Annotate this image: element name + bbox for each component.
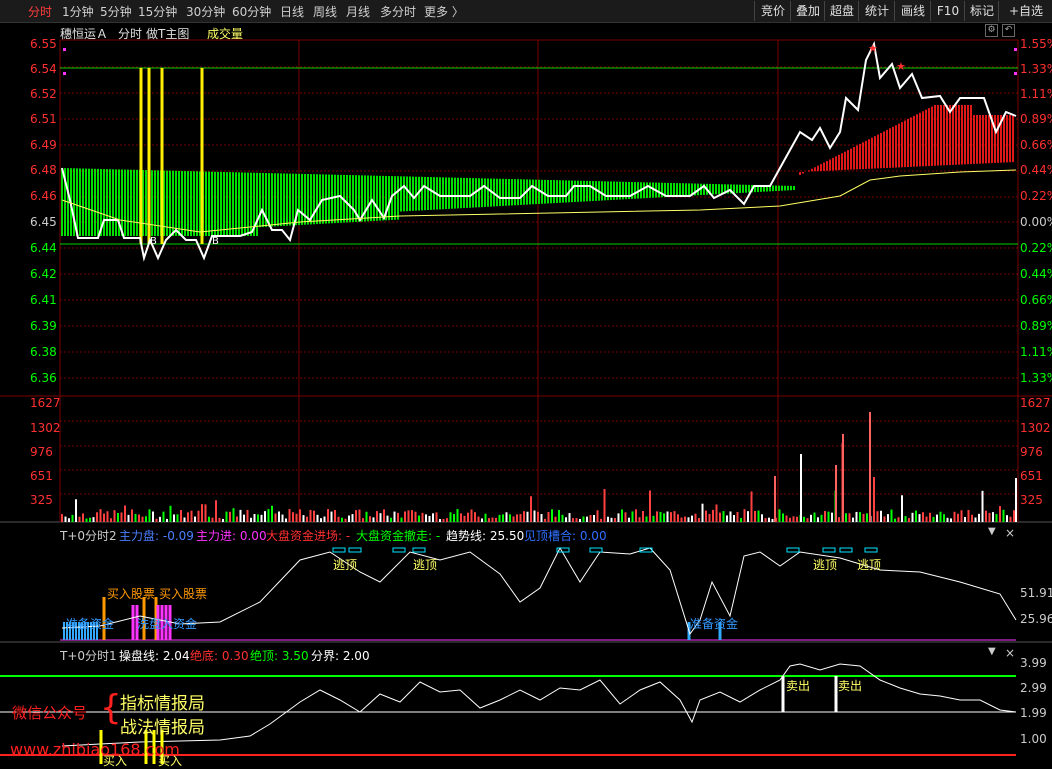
panel3-field: 绝底: 0.30	[190, 649, 249, 663]
prepare-funds-label: 准备资金	[690, 617, 739, 631]
volume-tick-right: 651	[1020, 469, 1043, 483]
pct-tick: 0.89%	[1020, 319, 1052, 333]
panel2-top-marker	[786, 547, 800, 553]
volume-tick-right: 1627	[1020, 396, 1051, 410]
price-tick: 6.41	[30, 293, 57, 307]
panel2-field: 主力进: 0.00	[196, 529, 267, 543]
corner-dot	[1014, 72, 1017, 75]
pct-tick: 0.44%	[1020, 267, 1052, 281]
corner-dot	[63, 72, 66, 75]
pct-tick: 1.11%	[1020, 87, 1052, 101]
panel2-top-marker	[589, 547, 603, 553]
panel2-field: 见顶槽合: 0.00	[524, 529, 607, 543]
price-tick: 6.38	[30, 345, 57, 359]
volume-tick: 1627	[30, 396, 61, 410]
price-tick: 6.46	[30, 189, 57, 203]
panel3-title[interactable]: T+0分时1	[60, 647, 117, 664]
panel2-top-marker	[332, 547, 346, 553]
panel3-field: 分界: 2.00	[311, 649, 370, 663]
panel2-tick: 25.96	[1020, 612, 1052, 626]
price-tick: 6.39	[30, 319, 57, 333]
watermark-brace: {	[100, 688, 122, 728]
star-mark: ★	[896, 60, 906, 73]
panel2-top-marker	[822, 547, 836, 553]
pct-tick: 0.66%	[1020, 293, 1052, 307]
price-tick: 6.55	[30, 37, 57, 51]
watermark-name1: 指标情报局	[120, 694, 205, 714]
volume-tick-right: 325	[1020, 493, 1043, 507]
panel2-title[interactable]: T+0分时2	[60, 527, 117, 544]
wash-funds-label: 洗盘入资金	[137, 617, 198, 631]
prepare-funds-label: 准备资金	[66, 617, 115, 631]
volume-tick: 976	[30, 445, 53, 459]
pct-tick: 0.89%	[1020, 112, 1052, 126]
panel2-top-marker	[864, 547, 878, 553]
panel2-top-marker	[412, 547, 426, 553]
price-tick: 6.49	[30, 138, 57, 152]
panel3-dropdown-icon[interactable]: ▼	[988, 646, 996, 657]
volume-tick-right: 976	[1020, 445, 1043, 459]
panel2-top-marker	[839, 547, 853, 553]
panel2-top-marker	[348, 547, 362, 553]
buy-mark: B	[150, 236, 157, 247]
panel2-field: 大盘资金进场: -	[266, 529, 351, 543]
panel3-tick: 2.99	[1020, 681, 1047, 695]
pct-tick: 0.00%	[1020, 215, 1052, 229]
panel2-top-marker	[392, 547, 406, 553]
volume-tick: 325	[30, 493, 53, 507]
escape-top-label: 逃顶	[333, 558, 358, 572]
pct-tick: 0.22%	[1020, 189, 1052, 203]
price-tick: 6.54	[30, 62, 57, 76]
price-tick: 6.48	[30, 163, 57, 177]
pct-tick: 1.33%	[1020, 371, 1052, 385]
panel2-dropdown-icon[interactable]: ▼	[988, 526, 996, 537]
pct-tick: 1.55%	[1020, 37, 1052, 51]
sell-label: 卖出	[786, 679, 811, 693]
escape-top-label: 逃顶	[413, 558, 438, 572]
sell-label: 卖出	[838, 679, 863, 693]
watermark-url: www.zhibiao168.com	[10, 740, 180, 759]
panel3-tick: 1.00	[1020, 732, 1047, 746]
price-tick: 6.36	[30, 371, 57, 385]
star-mark: ★	[868, 42, 878, 55]
panel2-field: 主力盘: -0.09	[119, 529, 194, 543]
panel2-field: 大盘资金撤走: -	[356, 529, 441, 543]
watermark-name2: 战法情报局	[120, 718, 205, 738]
price-tick: 6.52	[30, 87, 57, 101]
pct-tick: 0.66%	[1020, 138, 1052, 152]
panel2-close-icon[interactable]: ×	[1005, 526, 1015, 540]
panel3-field: 操盘线: 2.04	[119, 649, 190, 663]
volume-tick: 1302	[30, 421, 61, 435]
buy-stock-label: 买入股票	[107, 587, 156, 601]
buy-mark: B	[212, 236, 219, 247]
panel3-close-icon[interactable]: ×	[1005, 646, 1015, 660]
price-tick: 6.42	[30, 267, 57, 281]
corner-dot	[63, 48, 66, 51]
price-tick: 6.51	[30, 112, 57, 126]
panel3-field: 绝顶: 3.50	[250, 649, 309, 663]
panel2-tick: 51.91	[1020, 586, 1052, 600]
panel2-field: 趋势线: 25.50	[446, 529, 525, 543]
pct-tick: 0.22%	[1020, 241, 1052, 255]
plot-frame	[59, 39, 1019, 523]
price-tick: 6.45	[30, 215, 57, 229]
price-tick: 6.44	[30, 241, 57, 255]
panel3-tick: 3.99	[1020, 656, 1047, 670]
panel3-tick: 1.99	[1020, 706, 1047, 720]
corner-dot	[1014, 48, 1017, 51]
pct-tick: 1.33%	[1020, 62, 1052, 76]
escape-top-label: 逃顶	[813, 558, 838, 572]
volume-tick: 651	[30, 469, 53, 483]
escape-top-label: 逃顶	[857, 558, 882, 572]
pct-tick: 1.11%	[1020, 345, 1052, 359]
watermark-wechat: 微信公众号	[12, 704, 88, 722]
buy-stock-label: 买入股票	[159, 587, 208, 601]
volume-tick-right: 1302	[1020, 421, 1051, 435]
pct-tick: 0.44%	[1020, 163, 1052, 177]
